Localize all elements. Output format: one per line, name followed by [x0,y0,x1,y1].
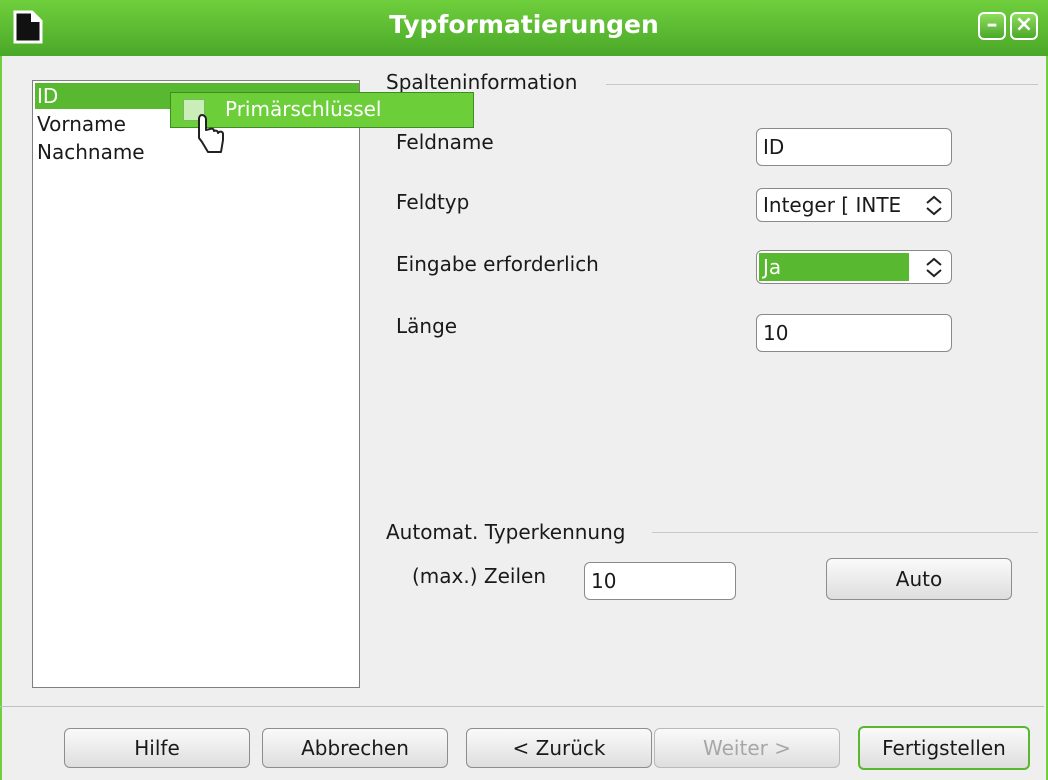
close-icon: × [1014,12,1034,37]
length-input[interactable]: 10 [756,314,952,352]
length-label: Länge [396,314,458,338]
field-name-label: Feldname [396,130,494,154]
title-bar: Typformatierungen – × [0,0,1048,56]
back-button[interactable]: < Zurück [466,728,652,768]
column-info-divider [606,84,1038,85]
spin-arrows-icon[interactable] [917,189,951,221]
cancel-button[interactable]: Abbrechen [262,728,448,768]
list-item-nachname[interactable]: Nachname [35,139,145,165]
field-name-input[interactable]: ID [756,128,952,166]
rows-label: (max.) Zeilen [412,564,546,588]
close-button[interactable]: × [1010,12,1038,40]
finish-button[interactable]: Fertigstellen [858,726,1030,770]
button-bar-divider [0,706,1044,707]
hand-cursor-icon [198,114,224,153]
list-item-vorname[interactable]: Vorname [35,111,126,137]
primary-key-menu-item[interactable]: Primärschlüssel [225,97,381,121]
window-title: Typformatierungen [389,10,659,39]
field-type-value: Integer [ INTE [763,193,902,217]
minimize-button[interactable]: – [978,12,1006,40]
column-info-group-title: Spalteninformation [386,70,578,94]
help-button[interactable]: Hilfe [64,728,250,768]
auto-detect-group-title: Automat. Typerkennung [386,520,626,544]
required-value: Ja [759,253,909,281]
rows-input[interactable]: 10 [584,562,736,600]
field-type-label: Feldtyp [396,190,470,214]
auto-detect-divider [652,532,1038,533]
auto-button[interactable]: Auto [826,558,1012,600]
minimize-icon: – [986,12,998,37]
field-list[interactable]: ID Vorname Nachname [32,80,360,688]
spin-arrows-icon[interactable] [917,251,951,283]
required-select[interactable]: Ja [756,250,952,284]
field-type-select[interactable]: Integer [ INTE [756,188,952,222]
next-button[interactable]: Weiter > [654,728,840,768]
required-label: Eingabe erforderlich [396,252,599,276]
